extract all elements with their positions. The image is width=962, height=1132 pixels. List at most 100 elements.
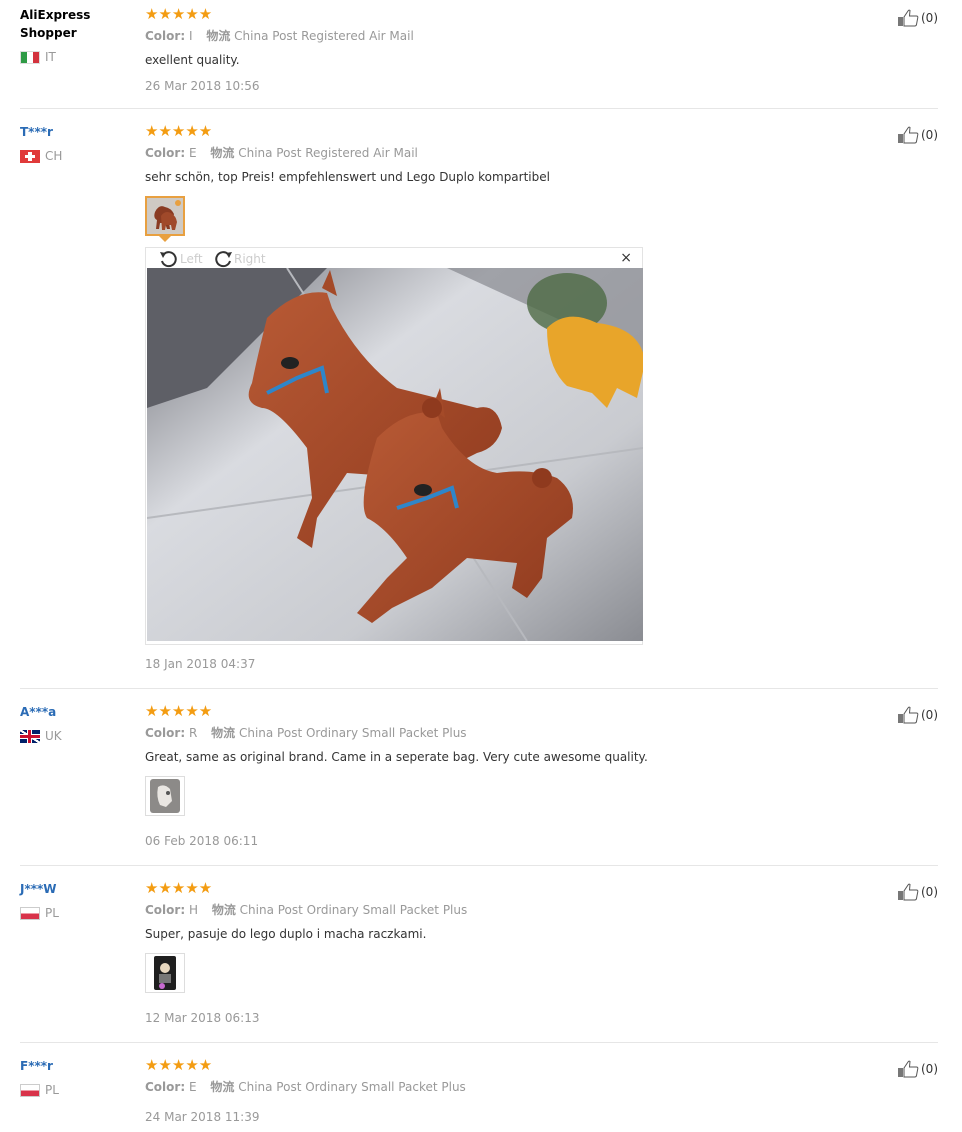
country-code: PL	[45, 1083, 59, 1097]
flag-poland-icon	[20, 1083, 40, 1097]
rotate-left-button[interactable]: Left	[158, 249, 203, 269]
review-date: 06 Feb 2018 06:11	[145, 834, 259, 848]
logistics-label: 物流	[210, 146, 235, 160]
reviewer-info: J***W PL	[20, 880, 130, 920]
review-photo-large	[147, 268, 643, 641]
thumbs-up-icon	[898, 883, 919, 901]
review-meta: Color: E 物流 China Post Ordinary Small Pa…	[145, 1079, 865, 1095]
review-content: ★★★★★ Color: E 物流 China Post Registered …	[145, 122, 865, 671]
color-label: Color:	[145, 29, 186, 43]
review-date: 24 Mar 2018 11:39	[145, 1110, 260, 1124]
toy-thumbnail-image	[154, 956, 176, 990]
viewer-toolbar: Left Right ×	[146, 248, 642, 268]
review-meta: Color: R 物流 China Post Ordinary Small Pa…	[145, 725, 865, 741]
color-value: E	[188, 1080, 197, 1094]
helpful-count: (0)	[921, 128, 938, 142]
star-rating: ★★★★★	[145, 702, 213, 720]
review-text: Super, pasuje do lego duplo i macha racz…	[145, 927, 427, 941]
star-rating: ★★★★★	[145, 122, 213, 140]
review-item: T***r CH ★★★★★ Color: E 物流 China Post Re…	[20, 123, 938, 689]
reviewer-name[interactable]: J***W	[20, 880, 130, 898]
review-item: AliExpress Shopper IT ★★★★★ Color: I 物流 …	[20, 6, 938, 109]
thumbs-up-icon	[898, 9, 919, 27]
helpful-button[interactable]: (0)	[897, 126, 938, 144]
logistics-value: China Post Ordinary Small Packet Plus	[239, 903, 468, 917]
reviewer-name: AliExpress Shopper	[20, 8, 91, 40]
thumbs-up-icon	[898, 706, 919, 724]
helpful-count: (0)	[921, 708, 938, 722]
review-photo-thumbnail[interactable]	[145, 776, 185, 816]
color-label: Color:	[145, 1080, 186, 1094]
rotate-right-icon	[215, 251, 232, 268]
reviewer-country: PL	[20, 1083, 130, 1097]
review-date: 26 Mar 2018 10:56	[145, 79, 260, 93]
reviewer-name[interactable]: T***r	[20, 123, 130, 141]
logistics-label: 物流	[210, 1080, 235, 1094]
country-code: UK	[45, 729, 62, 743]
image-viewer: Left Right ×	[145, 247, 643, 645]
helpful-count: (0)	[921, 11, 938, 25]
review-meta: Color: I 物流 China Post Registered Air Ma…	[145, 28, 865, 44]
review-content: ★★★★★ Color: I 物流 China Post Registered …	[145, 5, 865, 93]
horse-thumbnail-image	[147, 198, 183, 234]
color-label: Color:	[145, 903, 186, 917]
horse-photo-image	[147, 268, 643, 641]
reviewer-name[interactable]: F***r	[20, 1057, 130, 1075]
color-value: H	[188, 903, 198, 917]
color-value: I	[188, 29, 193, 43]
reviewer-country: CH	[20, 149, 130, 163]
reviewer-country: UK	[20, 729, 130, 743]
review-photo-thumbnail[interactable]	[145, 953, 185, 993]
helpful-count: (0)	[921, 885, 938, 899]
review-meta: Color: H 物流 China Post Ordinary Small Pa…	[145, 902, 865, 918]
reviewer-info: F***r PL	[20, 1057, 130, 1097]
toy-thumbnail-image	[150, 779, 180, 813]
review-meta: Color: E 物流 China Post Registered Air Ma…	[145, 145, 865, 161]
star-rating: ★★★★★	[145, 1056, 213, 1074]
thumbs-up-icon	[898, 1060, 919, 1078]
review-item: F***r PL ★★★★★ Color: E 物流 China Post Or…	[20, 1057, 938, 1132]
flag-poland-icon	[20, 906, 40, 920]
reviewer-info: A***a UK	[20, 703, 130, 743]
flag-italy-icon	[20, 50, 40, 64]
rotate-left-label: Left	[180, 252, 203, 266]
logistics-value: China Post Ordinary Small Packet Plus	[238, 726, 467, 740]
review-date: 18 Jan 2018 04:37	[145, 657, 256, 671]
star-rating: ★★★★★	[145, 5, 213, 23]
review-text: exellent quality.	[145, 53, 240, 67]
rotate-right-button[interactable]: Right	[212, 249, 266, 269]
country-code: PL	[45, 906, 59, 920]
helpful-button[interactable]: (0)	[897, 883, 938, 901]
thumbs-up-icon	[898, 126, 919, 144]
logistics-value: China Post Registered Air Mail	[238, 146, 418, 160]
color-value: R	[188, 726, 198, 740]
reviewer-name[interactable]: A***a	[20, 703, 130, 721]
review-content: ★★★★★ Color: H 物流 China Post Ordinary Sm…	[145, 880, 865, 1025]
country-code: IT	[45, 50, 56, 64]
logistics-label: 物流	[206, 29, 231, 43]
color-label: Color:	[145, 726, 186, 740]
color-label: Color:	[145, 146, 186, 160]
close-icon[interactable]: ×	[620, 250, 632, 266]
review-content: ★★★★★ Color: E 物流 China Post Ordinary Sm…	[145, 1056, 865, 1124]
review-date: 12 Mar 2018 06:13	[145, 1011, 260, 1025]
logistics-value: China Post Registered Air Mail	[234, 29, 414, 43]
helpful-button[interactable]: (0)	[897, 9, 938, 27]
review-text: sehr schön, top Preis! empfehlenswert un…	[145, 170, 550, 184]
reviewer-info: T***r CH	[20, 123, 130, 163]
flag-uk-icon	[20, 729, 40, 743]
helpful-button[interactable]: (0)	[897, 706, 938, 724]
review-photo-thumbnail[interactable]	[145, 196, 185, 236]
thumbnail-pointer	[159, 236, 171, 242]
review-item: A***a UK ★★★★★ Color: R 物流 China Post Or…	[20, 703, 938, 866]
reviewer-info: AliExpress Shopper IT	[20, 6, 130, 64]
rotate-right-label: Right	[234, 252, 266, 266]
logistics-value: China Post Ordinary Small Packet Plus	[238, 1080, 466, 1094]
logistics-label: 物流	[211, 903, 236, 917]
review-content: ★★★★★ Color: R 物流 China Post Ordinary Sm…	[145, 702, 865, 848]
reviewer-country: IT	[20, 50, 130, 64]
helpful-count: (0)	[921, 1062, 938, 1076]
flag-switzerland-icon	[20, 149, 40, 163]
reviewer-country: PL	[20, 906, 130, 920]
helpful-button[interactable]: (0)	[897, 1060, 938, 1078]
